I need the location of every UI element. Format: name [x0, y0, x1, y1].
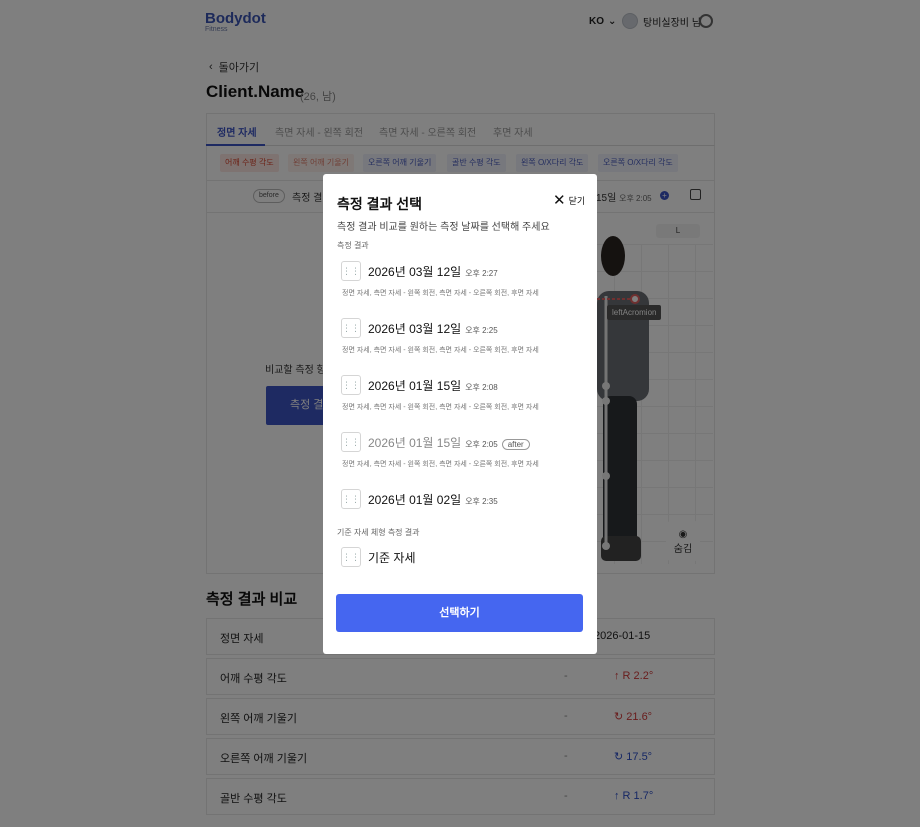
posture-icon: ⋮⋮: [341, 547, 361, 567]
item-categories: 정면 자세, 측면 자세 - 왼쪽 회전, 측면 자세 - 오른쪽 회전, 후면…: [342, 461, 539, 468]
list-item[interactable]: ⋮⋮ 2026년 01월 02일 오후 2:35: [341, 489, 581, 513]
select-button[interactable]: 선택하기: [336, 594, 583, 632]
item-date: 2026년 03월 12일: [368, 265, 462, 279]
item-date: 2026년 03월 12일: [368, 322, 462, 336]
item-time: 오후 2:05: [465, 440, 498, 449]
item-categories: 정면 자세, 측면 자세 - 왼쪽 회전, 측면 자세 - 오른쪽 회전, 후면…: [342, 290, 539, 297]
posture-icon: ⋮⋮: [341, 432, 361, 452]
item-time: 오후 2:27: [465, 269, 498, 278]
item-categories: 정면 자세, 측면 자세 - 왼쪽 회전, 측면 자세 - 오른쪽 회전, 후면…: [342, 404, 539, 411]
posture-icon: ⋮⋮: [341, 375, 361, 395]
close-label: 닫기: [568, 196, 586, 206]
modal-title: 측정 결과 선택: [337, 196, 423, 212]
posture-icon: ⋮⋮: [341, 489, 361, 509]
item-date: 2026년 01월 02일: [368, 493, 462, 507]
baseline-item[interactable]: ⋮⋮ 기준 자세: [341, 547, 581, 571]
baseline-label: 기준 자세: [368, 551, 416, 565]
item-time: 오후 2:25: [465, 326, 498, 335]
list-item[interactable]: ⋮⋮ 2026년 03월 12일 오후 2:25 정면 자세, 측면 자세 - 왼…: [341, 318, 581, 368]
close-button[interactable]: ✕ 닫기: [553, 191, 586, 209]
result-select-modal: 측정 결과 선택 ✕ 닫기 측정 결과 비교를 원하는 측정 날짜를 선택해 주세…: [323, 174, 597, 654]
close-icon: ✕: [553, 191, 566, 209]
list-item[interactable]: ⋮⋮ 2026년 01월 15일 오후 2:08 정면 자세, 측면 자세 - 왼…: [341, 375, 581, 425]
after-badge: after: [501, 439, 530, 450]
modal-subtitle: 측정 결과 비교를 원하는 측정 날짜를 선택해 주세요: [337, 222, 550, 233]
posture-icon: ⋮⋮: [341, 261, 361, 281]
item-time: 오후 2:08: [465, 383, 498, 392]
item-date: 2026년 01월 15일: [368, 436, 462, 450]
posture-icon: ⋮⋮: [341, 318, 361, 338]
item-categories: 정면 자세, 측면 자세 - 왼쪽 회전, 측면 자세 - 오른쪽 회전, 후면…: [342, 347, 539, 354]
item-time: 오후 2:35: [465, 497, 498, 506]
results-section-label: 측정 결과: [337, 241, 369, 250]
list-item[interactable]: ⋮⋮ 2026년 01월 15일 오후 2:05 after 정면 자세, 측면 자…: [341, 432, 581, 482]
item-date: 2026년 01월 15일: [368, 379, 462, 393]
baseline-section-label: 기준 자세 체형 측정 결과: [337, 528, 420, 537]
list-item[interactable]: ⋮⋮ 2026년 03월 12일 오후 2:27 정면 자세, 측면 자세 - 왼…: [341, 261, 581, 311]
